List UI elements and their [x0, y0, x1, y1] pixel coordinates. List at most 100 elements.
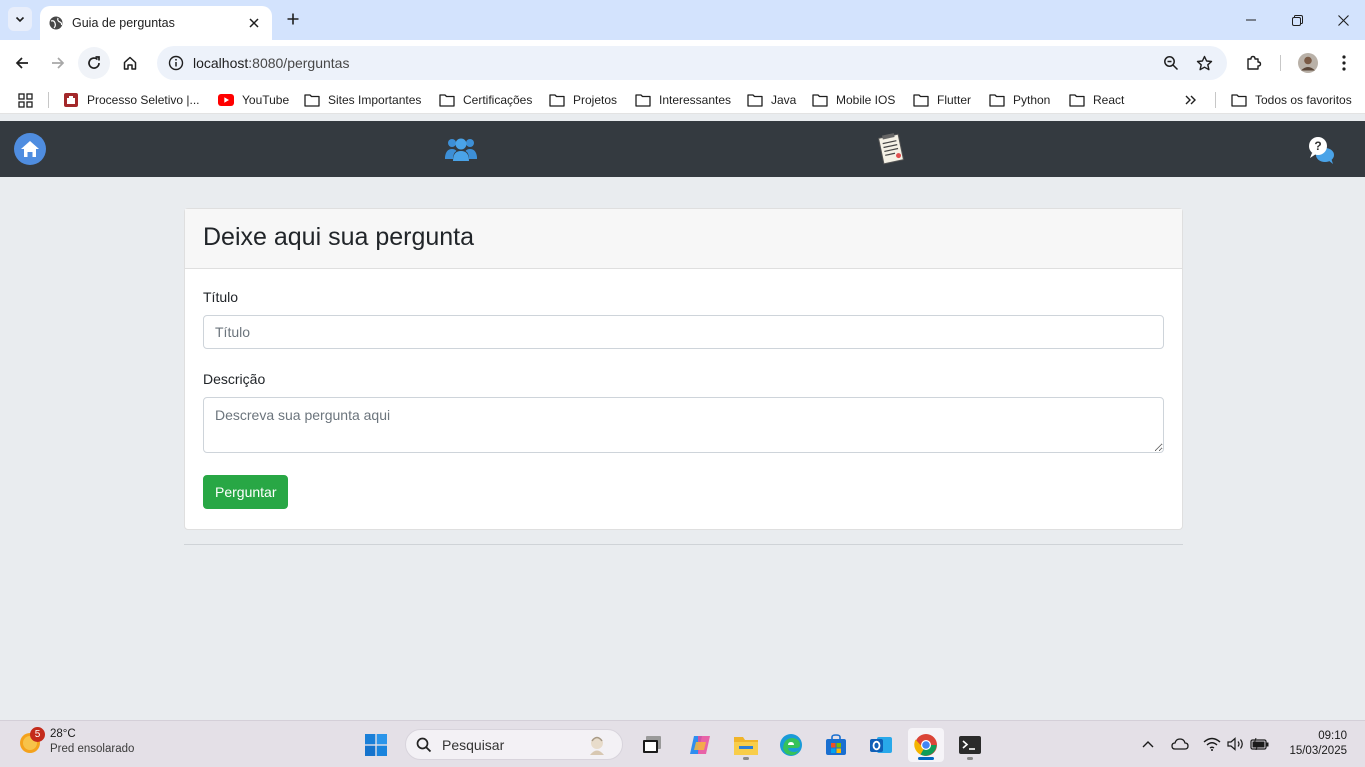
onedrive-tray-button[interactable] — [1169, 733, 1191, 755]
chevron-down-icon — [15, 16, 25, 23]
bookmark-label: React — [1093, 93, 1125, 107]
extensions-button[interactable] — [1239, 46, 1269, 80]
close-icon — [1337, 14, 1349, 26]
reload-button[interactable] — [78, 47, 110, 79]
cloud-icon — [1171, 738, 1189, 750]
plus-icon — [287, 13, 299, 25]
profile-avatar-button[interactable] — [1293, 46, 1323, 80]
more-bookmarks-button[interactable] — [1184, 90, 1198, 110]
puzzle-icon — [1247, 55, 1262, 70]
clock-date: 15/03/2025 — [1289, 745, 1347, 757]
card-header: Deixe aqui sua pergunta — [185, 209, 1182, 269]
title-input[interactable] — [203, 315, 1164, 349]
bookmark-folder-interessantes[interactable]: Interessantes — [635, 90, 731, 110]
edge-button[interactable] — [773, 728, 809, 762]
address-bar[interactable]: localhost:8080/perguntas — [157, 46, 1227, 80]
apps-grid-icon — [18, 92, 33, 108]
taskbar-search[interactable]: Pesquisar — [405, 729, 623, 760]
bookmark-label: Java — [771, 93, 797, 107]
bookmark-folder-certificacoes[interactable]: Certificações — [439, 90, 532, 110]
users-icon — [445, 138, 477, 161]
show-hidden-icons-button[interactable] — [1137, 733, 1159, 755]
bookmark-folder-mobile-ios[interactable]: Mobile IOS — [812, 90, 895, 110]
all-bookmarks-folder[interactable]: Todos os favoritos — [1231, 90, 1352, 110]
divider — [184, 544, 1183, 545]
page-title: Deixe aqui sua pergunta — [203, 223, 475, 251]
site-navbar: ? — [0, 121, 1365, 177]
bookmark-label: Processo Seletivo |... — [87, 93, 200, 107]
folder-app-icon — [734, 737, 758, 755]
users-nav-link[interactable] — [444, 134, 478, 164]
file-explorer-button[interactable] — [728, 728, 764, 762]
browser-tab-active[interactable]: Guia de perguntas — [40, 6, 272, 40]
weather-widget[interactable]: 5 28°C Pred ensolarado — [18, 727, 134, 757]
battery-tray-button[interactable] — [1249, 733, 1271, 755]
copilot-icon — [690, 736, 710, 754]
home-button[interactable] — [114, 47, 146, 79]
kebab-menu-icon — [1342, 55, 1346, 71]
submit-question-button[interactable]: Perguntar — [203, 475, 289, 509]
chrome-button[interactable] — [908, 728, 944, 762]
new-tab-button[interactable] — [282, 8, 304, 30]
bookmark-star-button[interactable] — [1189, 46, 1219, 80]
system-clock[interactable]: 09:10 15/03/2025 — [1279, 729, 1347, 759]
close-window-button[interactable] — [1320, 6, 1365, 34]
folder-icon — [747, 92, 763, 108]
bookmark-folder-projetos[interactable]: Projetos — [549, 90, 617, 110]
bookmark-label: Mobile IOS — [836, 93, 896, 107]
bookmark-processo-seletivo[interactable]: Processo Seletivo |... — [63, 90, 200, 110]
form-nav-link[interactable] — [876, 132, 906, 166]
restore-icon — [1291, 14, 1303, 26]
restore-button[interactable] — [1274, 6, 1320, 34]
running-indicator — [967, 757, 973, 760]
zoom-button[interactable] — [1156, 46, 1186, 80]
description-textarea[interactable] — [203, 397, 1164, 453]
folder-icon — [1069, 92, 1085, 108]
site-info-icon[interactable] — [165, 52, 187, 74]
briefcase-icon — [63, 92, 79, 108]
windows-taskbar: 5 28°C Pred ensolarado Pesquisar 09:10 1… — [0, 720, 1365, 767]
forward-button[interactable] — [42, 47, 74, 79]
bookmarks-divider — [48, 92, 49, 108]
terminal-icon — [959, 736, 981, 754]
bookmark-folder-flutter[interactable]: Flutter — [913, 90, 971, 110]
home-outline-icon — [123, 56, 137, 70]
bookmarks-bar: Processo Seletivo |... YouTube Sites Imp… — [0, 86, 1365, 114]
bookmark-folder-react[interactable]: React — [1069, 90, 1124, 110]
folder-icon — [635, 92, 651, 108]
bookmark-folder-java[interactable]: Java — [747, 90, 796, 110]
volume-tray-button[interactable] — [1225, 733, 1247, 755]
questions-nav-link[interactable]: ? — [1306, 135, 1336, 165]
bookmark-youtube[interactable]: YouTube — [218, 90, 289, 110]
youtube-icon — [218, 92, 234, 108]
close-tab-icon[interactable] — [246, 15, 262, 31]
tab-search-button[interactable] — [8, 7, 32, 31]
start-button[interactable] — [358, 728, 394, 762]
svg-text:?: ? — [1314, 139, 1321, 153]
browser-tabstrip: Guia de perguntas — [0, 0, 1365, 40]
outlook-button[interactable] — [863, 728, 899, 762]
terminal-button[interactable] — [952, 728, 988, 762]
active-indicator — [918, 757, 934, 760]
browser-menu-button[interactable] — [1329, 46, 1359, 80]
folder-icon — [439, 92, 455, 108]
apps-button[interactable] — [18, 90, 33, 110]
bookmark-label: YouTube — [242, 93, 290, 107]
folder-icon — [989, 92, 1005, 108]
bookmark-folder-python[interactable]: Python — [989, 90, 1050, 110]
minimize-button[interactable] — [1228, 6, 1274, 34]
home-icon — [14, 133, 46, 165]
bookmark-label: Projetos — [573, 93, 618, 107]
weather-badge: 5 — [30, 727, 45, 742]
running-indicator — [743, 757, 749, 760]
task-view-button[interactable] — [634, 728, 670, 762]
url-text: localhost:8080/perguntas — [193, 55, 349, 71]
weather-condition: Pred ensolarado — [50, 743, 135, 755]
back-button[interactable] — [6, 47, 38, 79]
question-chat-icon: ? — [1309, 137, 1334, 164]
home-nav-link[interactable] — [13, 132, 47, 166]
wifi-tray-button[interactable] — [1201, 733, 1223, 755]
bookmark-folder-sites-importantes[interactable]: Sites Importantes — [304, 90, 421, 110]
ms-store-button[interactable] — [818, 728, 854, 762]
copilot-button[interactable] — [682, 728, 718, 762]
